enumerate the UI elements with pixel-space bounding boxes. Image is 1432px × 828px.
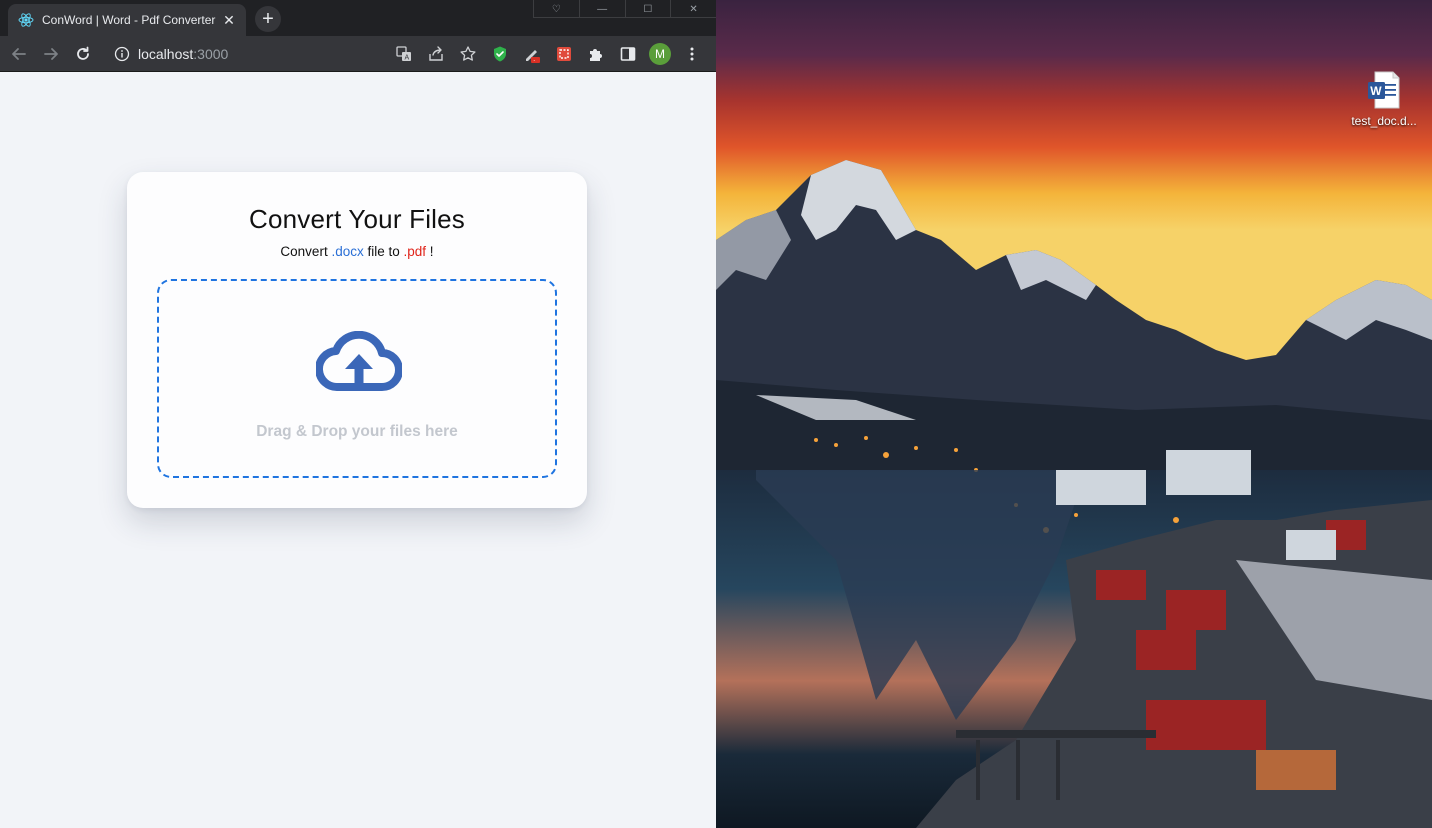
shield-extension-icon[interactable] bbox=[484, 41, 516, 67]
page-subtitle: Convert .docx file to .pdf ! bbox=[280, 244, 434, 259]
desktop-file-icon[interactable]: W test_doc.d... bbox=[1349, 70, 1419, 128]
translate-icon[interactable]: A bbox=[388, 41, 420, 67]
browser-toolbar: localhost:3000 A - M bbox=[0, 36, 716, 72]
docx-extension-label: .docx bbox=[331, 244, 364, 259]
share-icon[interactable] bbox=[420, 41, 452, 67]
new-tab-button[interactable]: + bbox=[255, 6, 281, 32]
page-content: Convert Your Files Convert .docx file to… bbox=[0, 72, 716, 828]
toolbar-icons: A - M bbox=[388, 41, 708, 67]
url-text: localhost:3000 bbox=[138, 45, 229, 62]
cloud-upload-icon bbox=[316, 331, 402, 392]
screenshot-extension-icon[interactable] bbox=[548, 41, 580, 67]
tab-strip: ConWord | Word - Pdf Converter ✕ + ♡ — ☐… bbox=[0, 0, 716, 36]
reload-button[interactable] bbox=[70, 41, 96, 67]
minimize-button[interactable]: — bbox=[578, 0, 625, 18]
word-document-icon: W bbox=[1367, 70, 1401, 110]
svg-text:A: A bbox=[405, 55, 410, 62]
back-button[interactable] bbox=[6, 41, 32, 67]
address-bar[interactable]: localhost:3000 bbox=[104, 40, 374, 68]
page-title: Convert Your Files bbox=[248, 204, 466, 234]
pen-extension-icon[interactable]: - bbox=[516, 41, 548, 67]
reload-icon bbox=[77, 46, 89, 60]
forward-button[interactable] bbox=[38, 41, 64, 67]
maximize-button[interactable]: ☐ bbox=[624, 0, 671, 18]
landscape-wallpaper bbox=[716, 0, 1432, 828]
kebab-menu-icon[interactable] bbox=[676, 41, 708, 67]
bookmark-star-icon[interactable] bbox=[452, 41, 484, 67]
tab-close-icon[interactable]: ✕ bbox=[220, 11, 238, 29]
browser-window: ConWord | Word - Pdf Converter ✕ + ♡ — ☐… bbox=[0, 0, 716, 828]
heart-icon[interactable]: ♡ bbox=[533, 0, 579, 18]
desktop-file-label: test_doc.d... bbox=[1351, 114, 1417, 128]
forward-arrow-icon bbox=[44, 47, 58, 60]
window-controls: ♡ — ☐ ✕ bbox=[533, 0, 716, 18]
desktop-wallpaper: W test_doc.d... bbox=[716, 0, 1432, 828]
back-arrow-icon bbox=[12, 47, 26, 60]
profile-button[interactable]: M bbox=[644, 41, 676, 67]
sidepanel-icon[interactable] bbox=[612, 41, 644, 67]
close-window-button[interactable]: ✕ bbox=[670, 0, 716, 18]
svg-text:W: W bbox=[1370, 84, 1382, 98]
info-icon bbox=[114, 46, 130, 61]
tab-conword[interactable]: ConWord | Word - Pdf Converter ✕ bbox=[8, 4, 246, 36]
puzzle-extensions-icon[interactable] bbox=[580, 41, 612, 67]
file-dropzone[interactable]: Drag & Drop your files here bbox=[157, 279, 557, 478]
dropzone-hint: Drag & Drop your files here bbox=[256, 423, 458, 440]
pdf-extension-label: .pdf bbox=[403, 244, 427, 259]
tab-title: ConWord | Word - Pdf Converter bbox=[42, 13, 216, 27]
react-favicon-icon bbox=[18, 12, 34, 28]
avatar: M bbox=[649, 43, 671, 65]
converter-card: Convert Your Files Convert .docx file to… bbox=[127, 172, 587, 508]
